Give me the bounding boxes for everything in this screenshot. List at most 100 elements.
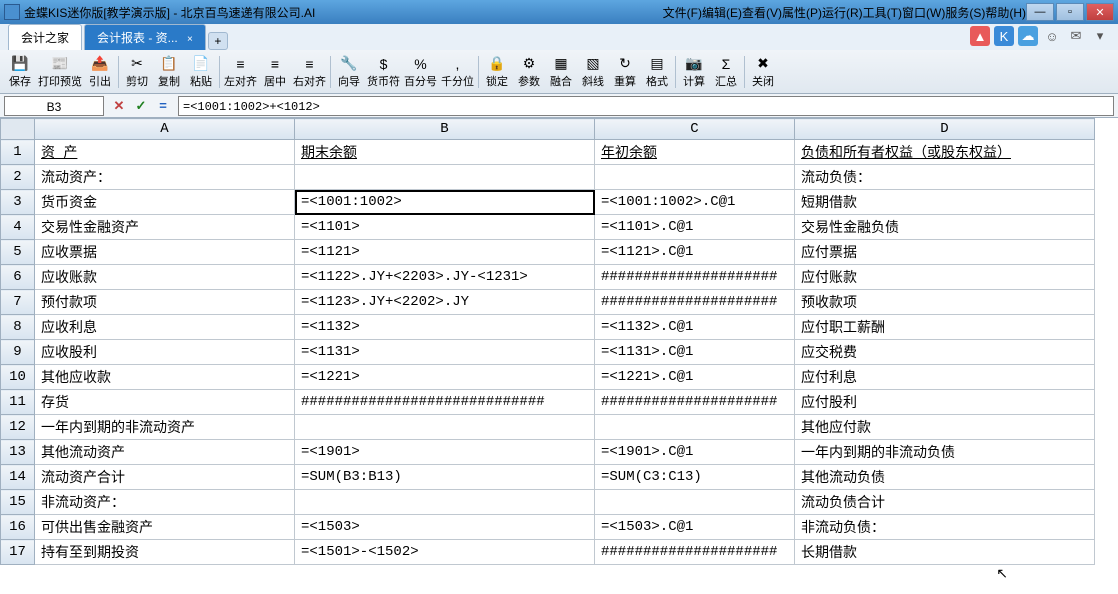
cell[interactable]: 货币资金 <box>35 190 295 215</box>
cell[interactable] <box>595 415 795 440</box>
toolbar-align_right-button[interactable]: ≡右对齐 <box>291 53 328 91</box>
row-header[interactable]: 2 <box>1 165 35 190</box>
menu-edit[interactable]: 编辑(E) <box>702 4 742 21</box>
cell[interactable]: 资 产 <box>35 140 295 165</box>
cell[interactable]: 非流动资产： <box>35 490 295 515</box>
cell[interactable]: =<1121>.C@1 <box>595 240 795 265</box>
cell[interactable]: 应收账款 <box>35 265 295 290</box>
cell[interactable]: 可供出售金融资产 <box>35 515 295 540</box>
cell[interactable]: 持有至到期投资 <box>35 540 295 565</box>
cell[interactable]: 应收股利 <box>35 340 295 365</box>
row-header[interactable]: 7 <box>1 290 35 315</box>
toolbar-percent-button[interactable]: %百分号 <box>402 53 439 91</box>
toolbar-preview-button[interactable]: 📰打印预览 <box>36 53 84 91</box>
row-header[interactable]: 11 <box>1 390 35 415</box>
cell[interactable]: =<1131> <box>295 340 595 365</box>
toolbar-align_center-button[interactable]: ≡居中 <box>259 53 291 91</box>
toolbar-compute-button[interactable]: 📷计算 <box>678 53 710 91</box>
cell[interactable]: 负债和所有者权益（或股东权益） <box>795 140 1095 165</box>
toolbar-recalc-button[interactable]: ↻重算 <box>609 53 641 91</box>
cell[interactable]: 长期借款 <box>795 540 1095 565</box>
cell[interactable]: ##################### <box>595 265 795 290</box>
row-header[interactable]: 5 <box>1 240 35 265</box>
toolbar-paste-button[interactable]: 📄粘贴 <box>185 53 217 91</box>
cell[interactable]: 一年内到期的非流动负债 <box>795 440 1095 465</box>
row-header[interactable]: 1 <box>1 140 35 165</box>
cell[interactable]: 交易性金融资产 <box>35 215 295 240</box>
cell[interactable]: =<1101> <box>295 215 595 240</box>
add-tab-button[interactable]: + <box>208 32 228 50</box>
toolbar-export-button[interactable]: 📤引出 <box>84 53 116 91</box>
row-header[interactable]: 9 <box>1 340 35 365</box>
menu-file[interactable]: 文件(F) <box>663 4 702 21</box>
cell[interactable] <box>295 415 595 440</box>
toolbar-lock-button[interactable]: 🔒锁定 <box>481 53 513 91</box>
toolbar-wizard-button[interactable]: 🔧向导 <box>333 53 365 91</box>
tray-icon-c[interactable]: ☁ <box>1018 26 1038 46</box>
cell[interactable]: 应收票据 <box>35 240 295 265</box>
cell[interactable]: =<1001:1002>.C@1 <box>595 190 795 215</box>
close-button[interactable]: ✕ <box>1086 3 1114 21</box>
cell[interactable]: 非流动负债： <box>795 515 1095 540</box>
formula-fx-button[interactable]: = <box>152 96 174 116</box>
tray-icon-d[interactable]: ☺ <box>1042 26 1062 46</box>
tray-icon-e[interactable]: ✉ <box>1066 26 1086 46</box>
cell[interactable] <box>595 490 795 515</box>
cell[interactable]: =<1132>.C@1 <box>595 315 795 340</box>
cell[interactable]: 期末余额 <box>295 140 595 165</box>
cell[interactable] <box>295 490 595 515</box>
cell[interactable]: ############################# <box>295 390 595 415</box>
cell[interactable]: =<1123>.JY+<2202>.JY <box>295 290 595 315</box>
toolbar-diag-button[interactable]: ▧斜线 <box>577 53 609 91</box>
toolbar-save-button[interactable]: 💾保存 <box>4 53 36 91</box>
row-header[interactable]: 14 <box>1 465 35 490</box>
row-header[interactable]: 13 <box>1 440 35 465</box>
cell[interactable]: 存货 <box>35 390 295 415</box>
toolbar-currency-button[interactable]: $货币符 <box>365 53 402 91</box>
col-header-B[interactable]: B <box>295 119 595 140</box>
cell[interactable]: 应付利息 <box>795 365 1095 390</box>
formula-input[interactable]: =<1001:1002>+<1012> <box>178 96 1114 116</box>
row-header[interactable]: 12 <box>1 415 35 440</box>
cell[interactable]: 应付账款 <box>795 265 1095 290</box>
cell[interactable]: =<1132> <box>295 315 595 340</box>
col-header-C[interactable]: C <box>595 119 795 140</box>
toolbar-copy-button[interactable]: 📋复制 <box>153 53 185 91</box>
menu-prop[interactable]: 属性(P) <box>782 4 822 21</box>
tab-home[interactable]: 会计之家 <box>8 24 82 50</box>
cell[interactable]: 应交税费 <box>795 340 1095 365</box>
tab-close-icon[interactable]: × <box>187 34 193 45</box>
toolbar-close-button[interactable]: ✖关闭 <box>747 53 779 91</box>
row-header[interactable]: 6 <box>1 265 35 290</box>
col-header-A[interactable]: A <box>35 119 295 140</box>
cell[interactable]: 流动资产： <box>35 165 295 190</box>
cell[interactable]: =<1503> <box>295 515 595 540</box>
row-header[interactable]: 10 <box>1 365 35 390</box>
maximize-button[interactable]: ▫ <box>1056 3 1084 21</box>
row-header[interactable]: 16 <box>1 515 35 540</box>
cell[interactable]: 其他流动资产 <box>35 440 295 465</box>
cell[interactable]: 应付股利 <box>795 390 1095 415</box>
cell[interactable]: 其他应付款 <box>795 415 1095 440</box>
cell[interactable]: =<1131>.C@1 <box>595 340 795 365</box>
toolbar-thousand-button[interactable]: ,千分位 <box>439 53 476 91</box>
toolbar-merge-button[interactable]: ▦融合 <box>545 53 577 91</box>
toolbar-cut-button[interactable]: ✂剪切 <box>121 53 153 91</box>
menu-run[interactable]: 运行(R) <box>822 4 863 21</box>
toolbar-sum-button[interactable]: Σ汇总 <box>710 53 742 91</box>
formula-cancel-button[interactable]: ✕ <box>108 96 130 116</box>
cell[interactable]: 交易性金融负债 <box>795 215 1095 240</box>
cell[interactable]: =<1901>.C@1 <box>595 440 795 465</box>
cell[interactable]: =<1101>.C@1 <box>595 215 795 240</box>
cell[interactable]: =<1501>-<1502> <box>295 540 595 565</box>
menu-view[interactable]: 查看(V) <box>742 4 782 21</box>
tray-icon-b[interactable]: K <box>994 26 1014 46</box>
cell[interactable]: 短期借款 <box>795 190 1095 215</box>
tab-report[interactable]: 会计报表 - 资... × <box>84 24 206 50</box>
select-all-corner[interactable] <box>1 119 35 140</box>
cell[interactable]: 流动负债合计 <box>795 490 1095 515</box>
cell[interactable]: =<1221>.C@1 <box>595 365 795 390</box>
cell[interactable]: =SUM(C3:C13) <box>595 465 795 490</box>
cell[interactable]: =<1221> <box>295 365 595 390</box>
row-header[interactable]: 4 <box>1 215 35 240</box>
